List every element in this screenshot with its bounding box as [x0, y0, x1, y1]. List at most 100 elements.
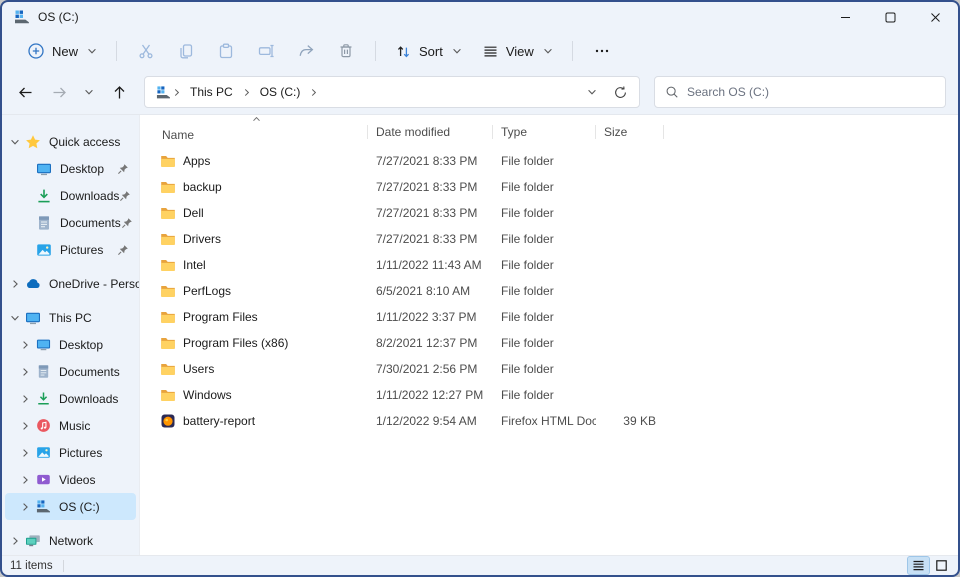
sidebar-item-onedrive[interactable]: OneDrive - Personal [5, 270, 136, 297]
chevron-right-icon[interactable] [15, 502, 35, 512]
pin-icon [121, 217, 133, 229]
video-icon [35, 472, 51, 488]
file-row-backup[interactable]: backup 7/27/2021 8:33 PM File folder [140, 174, 958, 200]
file-name: Drivers [183, 232, 221, 246]
sidebar-item-label: Pictures [59, 446, 102, 460]
chevron-right-icon[interactable] [15, 475, 35, 485]
file-type: File folder [493, 258, 596, 272]
column-header-type[interactable]: Type [493, 115, 596, 148]
view-button[interactable]: View [473, 38, 562, 65]
close-icon [927, 9, 944, 26]
breadcrumb-this-pc[interactable]: This PC [184, 81, 239, 103]
cut-button[interactable] [127, 37, 165, 65]
refresh-button[interactable] [605, 77, 635, 107]
file-row-users[interactable]: Users 7/30/2021 2:56 PM File folder [140, 356, 958, 382]
paste-icon [217, 42, 235, 60]
close-button[interactable] [913, 2, 958, 32]
chevron-right-icon[interactable] [15, 421, 35, 431]
sidebar-item-pictures-pinned[interactable]: Pictures [5, 236, 136, 263]
column-headers: Name Date modified Type Size [140, 115, 958, 148]
back-button[interactable] [10, 77, 40, 107]
large-icons-view-button[interactable] [931, 557, 952, 574]
sidebar-item-pictures[interactable]: Pictures [5, 439, 136, 466]
folder-icon [160, 361, 176, 377]
sidebar-item-label: This PC [49, 311, 92, 325]
file-row-windows[interactable]: Windows 1/11/2022 12:27 PM File folder [140, 382, 958, 408]
search-input[interactable] [687, 85, 935, 99]
file-date: 7/27/2021 8:33 PM [368, 232, 493, 246]
star-icon [25, 134, 41, 150]
refresh-icon [613, 85, 628, 100]
sidebar-item-downloads-pinned[interactable]: Downloads [5, 182, 136, 209]
file-row-battery-report[interactable]: battery-report 1/12/2022 9:54 AM Firefox… [140, 408, 958, 434]
file-type: File folder [493, 180, 596, 194]
address-bar[interactable]: This PC OS (C:) [144, 76, 640, 108]
sort-button[interactable]: Sort [386, 38, 471, 65]
chevron-right-icon[interactable] [15, 394, 35, 404]
delete-button[interactable] [327, 37, 365, 65]
chevron-down-icon[interactable] [5, 313, 25, 323]
column-header-name[interactable]: Name [140, 115, 368, 148]
sidebar-item-quick-access[interactable]: Quick access [5, 128, 136, 155]
chevron-down-icon [84, 87, 94, 97]
sidebar-item-desktop-pinned[interactable]: Desktop [5, 155, 136, 182]
drive-icon [35, 499, 51, 515]
search-box[interactable] [654, 76, 946, 108]
sidebar-item-documents[interactable]: Documents [5, 358, 136, 385]
picture-icon [35, 445, 51, 461]
sidebar-item-label: Documents [60, 216, 121, 230]
file-row-program-files-x86[interactable]: Program Files (x86) 8/2/2021 12:37 PM Fi… [140, 330, 958, 356]
column-header-size[interactable]: Size [596, 115, 664, 148]
file-date: 7/27/2021 8:33 PM [368, 206, 493, 220]
sidebar-item-downloads[interactable]: Downloads [5, 385, 136, 412]
file-date: 8/2/2021 12:37 PM [368, 336, 493, 350]
sidebar-item-videos[interactable]: Videos [5, 466, 136, 493]
address-dropdown-button[interactable] [581, 77, 603, 107]
sidebar-item-music[interactable]: Music [5, 412, 136, 439]
file-name: Dell [183, 206, 204, 220]
chevron-down-icon [452, 46, 462, 56]
column-header-date-modified[interactable]: Date modified [368, 115, 493, 148]
sidebar-item-label: Downloads [60, 189, 119, 203]
trash-icon [337, 42, 355, 60]
file-date: 7/27/2021 8:33 PM [368, 154, 493, 168]
music-icon [35, 418, 51, 434]
folder-icon [160, 179, 176, 195]
share-button[interactable] [287, 37, 325, 65]
copy-button[interactable] [167, 37, 205, 65]
see-more-button[interactable] [583, 37, 621, 65]
details-view-button[interactable] [908, 557, 929, 574]
document-icon [35, 364, 51, 380]
new-button[interactable]: New [18, 37, 106, 65]
file-name: backup [183, 180, 222, 194]
paste-button[interactable] [207, 37, 245, 65]
file-date: 7/27/2021 8:33 PM [368, 180, 493, 194]
maximize-button[interactable] [868, 2, 913, 32]
file-row-program-files[interactable]: Program Files 1/11/2022 3:37 PM File fol… [140, 304, 958, 330]
up-button[interactable] [104, 77, 134, 107]
rename-button[interactable] [247, 37, 285, 65]
file-row-apps[interactable]: Apps 7/27/2021 8:33 PM File folder [140, 148, 958, 174]
sidebar-item-network[interactable]: Network [5, 527, 136, 554]
file-name: Apps [183, 154, 210, 168]
file-row-drivers[interactable]: Drivers 7/27/2021 8:33 PM File folder [140, 226, 958, 252]
chevron-right-icon[interactable] [5, 279, 25, 289]
file-row-intel[interactable]: Intel 1/11/2022 11:43 AM File folder [140, 252, 958, 278]
file-row-perflogs[interactable]: PerfLogs 6/5/2021 8:10 AM File folder [140, 278, 958, 304]
chevron-right-icon[interactable] [15, 340, 35, 350]
sidebar-item-desktop[interactable]: Desktop [5, 331, 136, 358]
file-row-dell[interactable]: Dell 7/27/2021 8:33 PM File folder [140, 200, 958, 226]
sidebar-item-os-c[interactable]: OS (C:) [5, 493, 136, 520]
forward-button[interactable] [44, 77, 74, 107]
recent-locations-button[interactable] [78, 77, 100, 107]
chevron-down-icon [543, 46, 553, 56]
chevron-right-icon[interactable] [15, 367, 35, 377]
sidebar-item-this-pc[interactable]: This PC [5, 304, 136, 331]
minimize-button[interactable] [823, 2, 868, 32]
sidebar-item-documents-pinned[interactable]: Documents [5, 209, 136, 236]
file-type: File folder [493, 362, 596, 376]
chevron-down-icon[interactable] [5, 137, 25, 147]
breadcrumb-os-c[interactable]: OS (C:) [254, 81, 307, 103]
chevron-right-icon[interactable] [5, 536, 25, 546]
chevron-right-icon[interactable] [15, 448, 35, 458]
